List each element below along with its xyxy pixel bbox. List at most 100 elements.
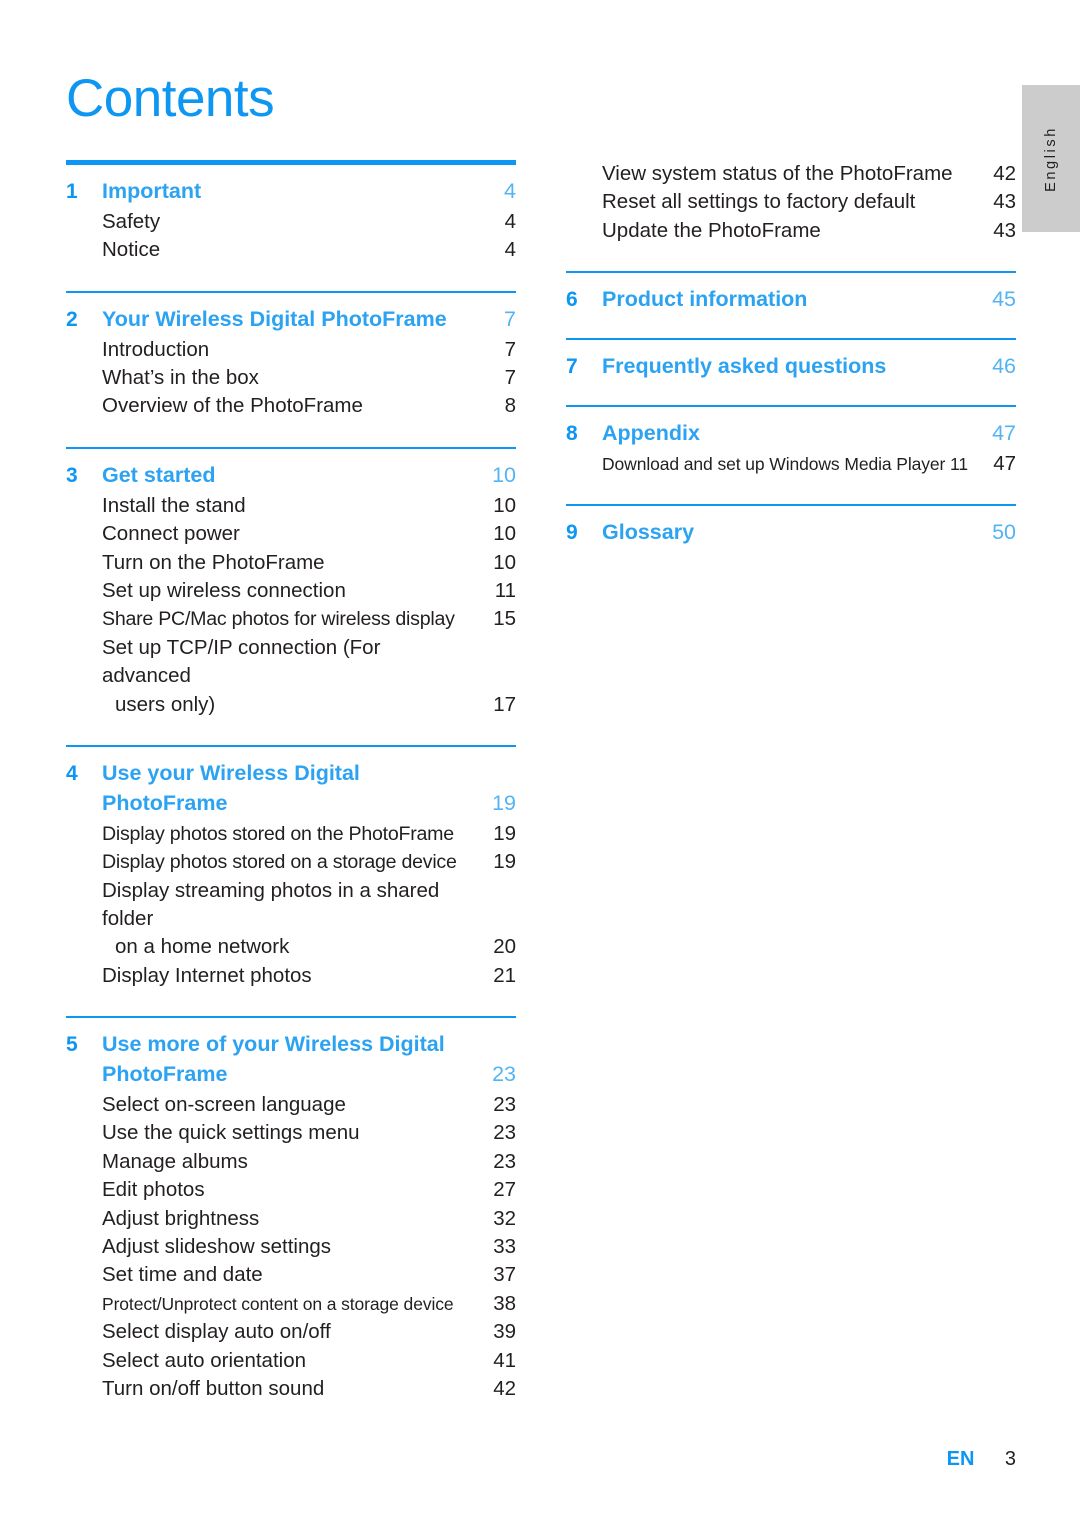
toc-entry-row[interactable]: Protect/Unprotect content on a storage d… (66, 1290, 516, 1318)
toc-entry-row[interactable]: Notice 4 (66, 236, 516, 264)
chapter-title: Frequently asked questions (602, 354, 887, 379)
entry-page: 32 (493, 1206, 516, 1230)
entry-page: 47 (993, 451, 1016, 475)
toc-chapter-row[interactable]: 4 Use your Wireless Digital (66, 760, 516, 788)
toc-entry-row[interactable]: Download and set up Windows Media Player… (566, 450, 1016, 478)
entry-page: 10 (493, 550, 516, 574)
entry-label: Turn on/off button sound (102, 1376, 325, 1400)
chapter-title: Get started (102, 462, 216, 487)
page-title: Contents (66, 69, 275, 128)
toc-entry-row[interactable]: Manage albums 23 (66, 1148, 516, 1176)
language-tab: English (1022, 85, 1080, 232)
entry-page: 4 (504, 238, 516, 262)
chapter-number: 3 (66, 463, 78, 487)
toc-entry-row[interactable]: Turn on the PhotoFrame 10 (66, 549, 516, 577)
toc-chapter-row-continued[interactable]: PhotoFrame 19 (66, 790, 516, 818)
entry-label: Overview of the PhotoFrame (102, 394, 363, 418)
toc-entry-row-continued[interactable]: users only) 17 (66, 691, 516, 719)
toc-chapter-1: 1 Important 4 Safety 4 Notice 4 (66, 178, 516, 265)
toc-chapter-row[interactable]: 3 Get started 10 (66, 462, 516, 490)
section-rule (566, 271, 1016, 274)
entry-label: Adjust brightness (102, 1206, 260, 1230)
entry-page: 19 (493, 821, 516, 845)
toc-entry-row[interactable]: View system status of the PhotoFrame 42 (566, 160, 1016, 188)
toc-entry-row[interactable]: Select auto orientation 41 (66, 1347, 516, 1375)
toc-chapter-row[interactable]: 9 Glossary 50 (566, 519, 1016, 547)
toc-entry-row[interactable]: Adjust slideshow settings 33 (66, 1233, 516, 1261)
entry-page: 17 (493, 692, 516, 716)
entry-label: Install the stand (102, 493, 246, 517)
toc-entry-row[interactable]: Edit photos 27 (66, 1176, 516, 1204)
chapter-number: 6 (566, 288, 578, 312)
toc-entry-row[interactable]: Introduction 7 (66, 336, 516, 364)
entry-page: 7 (504, 366, 516, 390)
chapter-number: 5 (66, 1033, 78, 1057)
chapter-page: 10 (492, 462, 516, 487)
toc-entry-row[interactable]: Display Internet photos 21 (66, 962, 516, 990)
entry-page: 7 (504, 337, 516, 361)
toc-chapter-3: 3 Get started 10 Install the stand 10 Co… (66, 462, 516, 719)
toc-entry-row[interactable]: Select display auto on/off 39 (66, 1318, 516, 1346)
toc-entry-row[interactable]: What’s in the box 7 (66, 364, 516, 392)
toc-right-column: View system status of the PhotoFrame 42 … (566, 160, 1016, 549)
toc-entry-row[interactable]: Reset all settings to factory default 43 (566, 188, 1016, 216)
toc-entry-row[interactable]: Display streaming photos in a shared fol… (66, 877, 516, 934)
toc-chapter-7: 7 Frequently asked questions 46 (566, 353, 1016, 381)
entry-page: 10 (493, 522, 516, 546)
toc-chapter-row[interactable]: 1 Important 4 (66, 178, 516, 206)
chapter-number: 2 (66, 307, 78, 331)
toc-entry-row[interactable]: Set up wireless connection 11 (66, 577, 516, 605)
toc-entry-row[interactable]: Set time and date 37 (66, 1261, 516, 1289)
page-footer: EN 3 (0, 1448, 1080, 1471)
toc-chapter-5: 5 Use more of your Wireless Digital Phot… (66, 1031, 516, 1403)
toc-entry-row[interactable]: Overview of the PhotoFrame 8 (66, 392, 516, 420)
toc-entry-row[interactable]: Share PC/Mac photos for wireless display… (66, 605, 516, 633)
toc-chapter-row[interactable]: 6 Product information 45 (566, 286, 1016, 314)
toc-entry-row[interactable]: Select on-screen language 23 (66, 1091, 516, 1119)
chapter-title-line2: PhotoFrame (102, 1062, 228, 1087)
chapter-title: Product information (602, 287, 808, 312)
section-rule (66, 446, 516, 449)
entry-label: Set time and date (102, 1263, 263, 1287)
chapter-page: 47 (992, 421, 1016, 446)
toc-entry-row[interactable]: Display photos stored on a storage devic… (66, 848, 516, 876)
toc-entry-row[interactable]: Set up TCP/IP connection (For advanced (66, 634, 516, 691)
toc-entry-row[interactable]: Turn on/off button sound 42 (66, 1375, 516, 1403)
toc-entry-row[interactable]: Update the PhotoFrame 43 (566, 217, 1016, 245)
chapter-page: 46 (992, 354, 1016, 379)
toc-chapter-row[interactable]: 8 Appendix 47 (566, 420, 1016, 448)
entry-label: Update the PhotoFrame (602, 218, 821, 242)
toc-entry-row[interactable]: Safety 4 (66, 208, 516, 236)
chapter-title: Glossary (602, 520, 695, 545)
chapter-page: 45 (992, 287, 1016, 312)
entry-label: Turn on the PhotoFrame (102, 550, 325, 574)
toc-entry-row-continued[interactable]: on a home network 20 (66, 933, 516, 961)
entry-label: on a home network (115, 935, 290, 959)
chapter-title: Important (102, 179, 202, 203)
chapter-page: 19 (492, 790, 516, 815)
toc-entry-row[interactable]: Use the quick settings menu 23 (66, 1119, 516, 1147)
toc-chapter-row[interactable]: 7 Frequently asked questions 46 (566, 353, 1016, 381)
toc-entry-row[interactable]: Display photos stored on the PhotoFrame … (66, 820, 516, 848)
toc-chapter-row[interactable]: 5 Use more of your Wireless Digital (66, 1031, 516, 1059)
toc-chapter-row-continued[interactable]: PhotoFrame 23 (66, 1061, 516, 1089)
section-rule (566, 504, 1016, 507)
entry-page: 11 (494, 578, 516, 602)
chapter-number: 1 (66, 180, 78, 203)
entry-label: Display streaming photos in a shared fol… (102, 878, 445, 930)
entry-page: 38 (493, 1291, 516, 1315)
entry-label: Introduction (102, 337, 210, 361)
entry-page: 19 (493, 850, 516, 874)
entry-page: 42 (493, 1376, 516, 1400)
toc-entry-row[interactable]: Adjust brightness 32 (66, 1205, 516, 1233)
footer-locale: EN (946, 1448, 975, 1470)
toc-chapter-row[interactable]: 2 Your Wireless Digital PhotoFrame 7 (66, 306, 516, 334)
language-tab-label: English (1043, 125, 1059, 192)
toc-entry-row[interactable]: Connect power 10 (66, 520, 516, 548)
toc-entry-row[interactable]: Install the stand 10 (66, 492, 516, 520)
